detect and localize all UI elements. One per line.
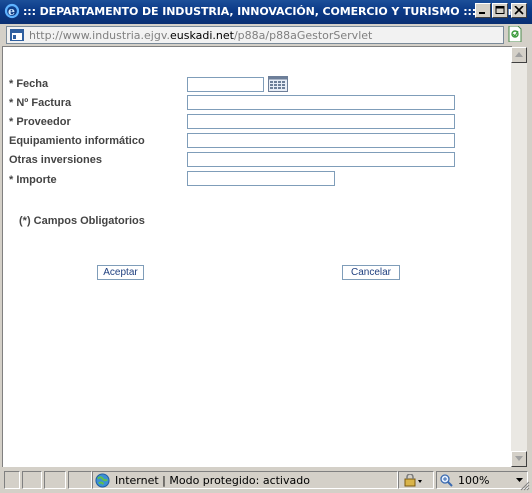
close-button[interactable]	[511, 3, 527, 18]
proveedor-input[interactable]	[187, 114, 455, 129]
status-cell	[4, 471, 20, 489]
zoom-icon	[440, 474, 453, 487]
mandatory-note: (*) Campos Obligatorios	[19, 215, 145, 227]
vertical-scrollbar[interactable]	[511, 47, 527, 467]
lock-icon	[404, 474, 422, 487]
arrow-up-icon	[515, 52, 523, 57]
url-suffix: /p88a/p88aGestorServlet	[233, 29, 373, 42]
calendar-icon[interactable]	[268, 76, 288, 92]
url-text: http://www.industria.ejgv.euskadi.net/p8…	[29, 29, 372, 42]
status-cell	[44, 471, 66, 489]
maximize-icon	[495, 6, 505, 14]
equipamiento-label: Equipamiento informático	[9, 135, 145, 147]
window-titlebar[interactable]: e ::: DEPARTAMENTO DE INDUSTRIA, INNOVAC…	[0, 0, 532, 24]
minimize-icon	[479, 12, 485, 14]
url-domain: euskadi.net	[169, 29, 234, 42]
close-icon	[514, 6, 524, 15]
importe-label: * Importe	[9, 174, 57, 186]
status-cell	[68, 471, 92, 489]
importe-input[interactable]	[187, 171, 335, 186]
minimize-button[interactable]	[475, 3, 491, 18]
globe-icon	[95, 473, 110, 488]
scroll-down-button[interactable]	[511, 451, 527, 467]
fecha-input[interactable]	[187, 77, 264, 92]
address-bar: http://www.industria.ejgv.euskadi.net/p8…	[0, 24, 532, 46]
url-prefix: http://www.industria.ejgv.	[29, 29, 170, 42]
aceptar-button[interactable]: Aceptar	[97, 265, 144, 280]
page-content: * Fecha * Nº Factura * Proveedor Equipam…	[2, 46, 512, 467]
svg-text:e: e	[8, 5, 15, 18]
address-field[interactable]: http://www.industria.ejgv.euskadi.net/p8…	[6, 26, 504, 44]
page-icon	[10, 29, 24, 41]
certificate-icon[interactable]	[508, 26, 522, 42]
scroll-up-button[interactable]	[511, 47, 527, 63]
numero-factura-input[interactable]	[187, 95, 455, 110]
numero-factura-label: * Nº Factura	[9, 97, 72, 109]
cancelar-button[interactable]: Cancelar	[342, 265, 400, 280]
arrow-down-icon	[515, 456, 523, 461]
window-title: ::: DEPARTAMENTO DE INDUSTRIA, INNOVACIÓ…	[23, 5, 528, 18]
protected-mode-cell[interactable]	[398, 471, 434, 489]
internet-explorer-icon: e	[4, 3, 20, 19]
security-zone-text: Internet | Modo protegido: activado	[115, 474, 310, 487]
fecha-label: * Fecha	[9, 78, 49, 90]
resize-grip-icon[interactable]	[519, 480, 530, 491]
otras-inversiones-input[interactable]	[187, 152, 455, 167]
otras-inversiones-label: Otras inversiones	[9, 154, 102, 166]
status-cell	[22, 471, 42, 489]
maximize-button[interactable]	[492, 3, 508, 18]
proveedor-label: * Proveedor	[9, 116, 71, 128]
equipamiento-input[interactable]	[187, 133, 455, 148]
zoom-level: 100%	[458, 474, 490, 487]
status-bar: Internet | Modo protegido: activado 100%	[0, 467, 532, 493]
